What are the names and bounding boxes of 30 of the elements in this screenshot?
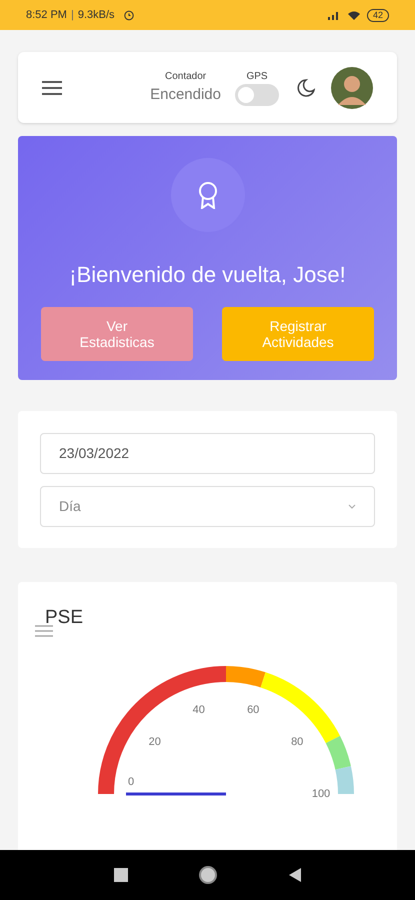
- date-field[interactable]: 23/03/2022: [40, 433, 375, 474]
- gauge-title: PSE: [45, 606, 84, 630]
- gauge-tick-label: 80: [291, 735, 304, 750]
- welcome-title: ¡Bienvenido de vuelta, Jose!: [69, 261, 346, 289]
- home-icon[interactable]: [198, 865, 218, 885]
- status-time: 8:52 PM: [26, 8, 67, 23]
- signal-icon: [326, 10, 341, 20]
- gauge-tick-label: 100: [312, 786, 330, 802]
- network-speed: 9.3kB/s: [78, 8, 115, 23]
- alarm-clock-icon: [122, 9, 135, 21]
- back-icon[interactable]: [288, 868, 302, 882]
- award-icon: [196, 181, 218, 209]
- gps-toggle[interactable]: [235, 84, 279, 106]
- moon-icon[interactable]: [297, 78, 315, 96]
- gauge-tick-label: 0: [128, 774, 134, 790]
- chevron-down-icon: [348, 504, 356, 509]
- avatar[interactable]: [331, 66, 373, 108]
- recent-apps-icon[interactable]: [114, 868, 128, 882]
- battery-indicator: 42: [366, 8, 389, 22]
- statistics-button[interactable]: Ver Estadisticas: [41, 307, 193, 361]
- period-select[interactable]: Día: [40, 486, 375, 527]
- gauge-tick-label: 60: [247, 703, 260, 718]
- gauge-tick-label: 20: [148, 735, 161, 750]
- gps-label: GPS: [246, 70, 268, 84]
- counter-status: Encendido: [150, 84, 221, 105]
- menu-icon[interactable]: [42, 80, 62, 94]
- status-separator: |: [70, 8, 74, 23]
- counter-label: Contador: [164, 70, 206, 84]
- wifi-icon: [346, 10, 361, 20]
- gauge-tick-label: 40: [192, 703, 205, 718]
